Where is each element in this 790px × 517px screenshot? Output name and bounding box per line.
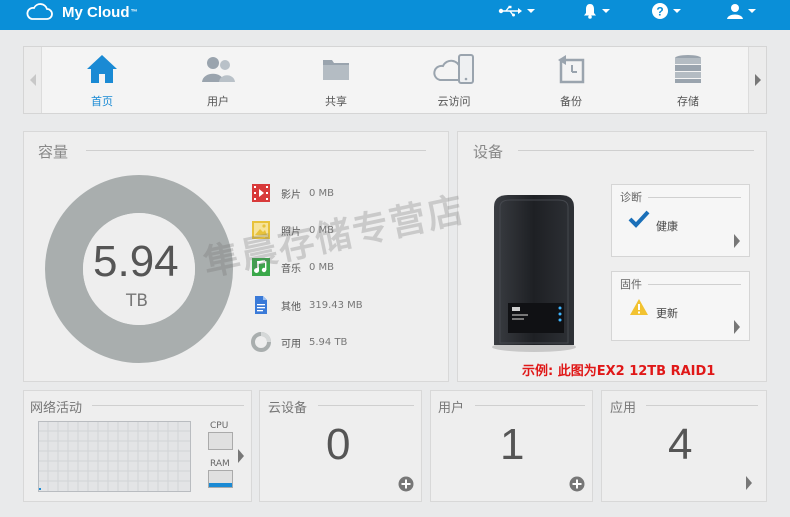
storage-icon — [675, 55, 701, 83]
ram-label: RAM — [210, 459, 230, 469]
divider — [646, 405, 758, 406]
cloud-devices-count: 0 — [326, 420, 351, 469]
chevron-right-icon[interactable] — [745, 476, 753, 490]
cloud-device-icon — [433, 54, 474, 84]
nav-label: 共享 — [325, 95, 347, 108]
cpu-label: CPU — [210, 421, 229, 431]
nav-scroll-right[interactable] — [748, 47, 766, 113]
notifications-menu[interactable] — [583, 0, 610, 22]
divider — [648, 284, 741, 285]
ram-meter — [208, 470, 233, 488]
chevron-right-icon[interactable] — [237, 449, 245, 463]
ram-meter-fill — [209, 483, 232, 487]
divider — [475, 405, 585, 406]
legend-other: 其他 319.43 MB — [251, 295, 363, 315]
legend-videos: 影片 0 MB — [251, 183, 334, 203]
chevron-right-icon — [754, 74, 761, 86]
brand-logo[interactable]: My Cloud ™ — [24, 0, 138, 24]
legend-name: 影片 — [281, 189, 301, 201]
legend-name: 可用 — [281, 338, 301, 350]
usb-icon — [498, 5, 522, 17]
nav-label: 云访问 — [437, 95, 471, 108]
svg-text:?: ? — [656, 5, 663, 19]
legend-value: 0 MB — [309, 187, 335, 199]
trademark: ™ — [130, 8, 138, 16]
nav-label: 首页 — [91, 95, 113, 108]
chevron-down-icon — [527, 9, 535, 13]
divider — [518, 150, 754, 151]
users-title: 用户 — [438, 401, 465, 416]
diagnostics-card[interactable]: 诊断 健康 — [611, 184, 750, 257]
top-header: My Cloud ™ ? — [0, 0, 790, 30]
home-icon — [87, 55, 117, 83]
account-menu[interactable] — [727, 0, 756, 22]
users-count: 1 — [500, 420, 525, 469]
brand-name: My Cloud — [62, 3, 130, 21]
nav-item-storage[interactable]: 存储 — [648, 53, 728, 111]
nav-item-shares[interactable]: 共享 — [296, 53, 376, 111]
network-title: 网络活动 — [30, 401, 83, 416]
chevron-right-icon[interactable] — [733, 320, 741, 334]
divider — [86, 150, 426, 151]
nav-item-users[interactable]: 用户 — [178, 53, 258, 111]
diagnostics-status: 健康 — [656, 220, 678, 233]
chevron-down-icon — [673, 9, 681, 13]
add-icon[interactable] — [398, 476, 414, 492]
help-menu[interactable]: ? — [652, 0, 681, 22]
divider — [318, 405, 414, 406]
cpu-meter — [208, 432, 233, 450]
nav-scroll-left[interactable] — [24, 47, 42, 113]
firmware-status: 更新 — [656, 307, 678, 320]
film-icon — [251, 183, 271, 203]
firmware-card[interactable]: 固件 更新 — [611, 271, 750, 341]
nav-label: 用户 — [207, 95, 229, 108]
user-icon — [727, 4, 743, 19]
network-graph — [38, 421, 191, 492]
cloud-logo-icon — [26, 3, 53, 20]
device-note: 示例: 此图为EX2 12TB RAID1 — [522, 364, 716, 379]
warning-icon — [630, 299, 648, 315]
apps-count: 4 — [668, 420, 693, 469]
diagnostics-title: 诊断 — [620, 191, 642, 204]
capacity-title: 容量 — [38, 143, 69, 161]
cloud-devices-title: 云设备 — [268, 401, 308, 416]
apps-title: 应用 — [610, 401, 637, 416]
legend-value: 319.43 MB — [309, 299, 363, 311]
help-icon: ? — [652, 3, 668, 19]
bell-icon — [584, 4, 596, 19]
nav-item-backup[interactable]: 备份 — [531, 53, 611, 111]
capacity-total-unit: TB — [126, 291, 149, 311]
capacity-total-value: 5.94 — [93, 237, 179, 286]
backup-icon — [558, 55, 585, 84]
divider — [648, 197, 741, 198]
users-icon — [202, 57, 235, 82]
chevron-left-icon — [29, 74, 36, 86]
legend-available: 可用 5.94 TB — [251, 332, 347, 352]
device-title: 设备 — [473, 143, 504, 161]
chevron-down-icon — [748, 9, 756, 13]
nav-item-cloud-access[interactable]: 云访问 — [414, 53, 494, 111]
chevron-down-icon — [602, 9, 610, 13]
divider — [92, 405, 244, 406]
pie-icon — [251, 332, 271, 352]
chevron-right-icon[interactable] — [733, 234, 741, 248]
legend-value: 5.94 TB — [309, 336, 348, 348]
nav-label: 存储 — [677, 95, 699, 108]
folder-icon — [323, 60, 349, 80]
nav-label: 备份 — [560, 95, 582, 108]
checkmark-icon — [628, 210, 650, 228]
main-nav: 首页 用户 共享 云访问 备份 存储 — [23, 46, 767, 114]
add-icon[interactable] — [569, 476, 585, 492]
legend-name: 其他 — [281, 301, 301, 313]
usb-menu[interactable] — [498, 0, 535, 22]
nav-item-home[interactable]: 首页 — [62, 53, 142, 111]
document-icon — [251, 295, 271, 315]
firmware-title: 固件 — [620, 278, 642, 291]
